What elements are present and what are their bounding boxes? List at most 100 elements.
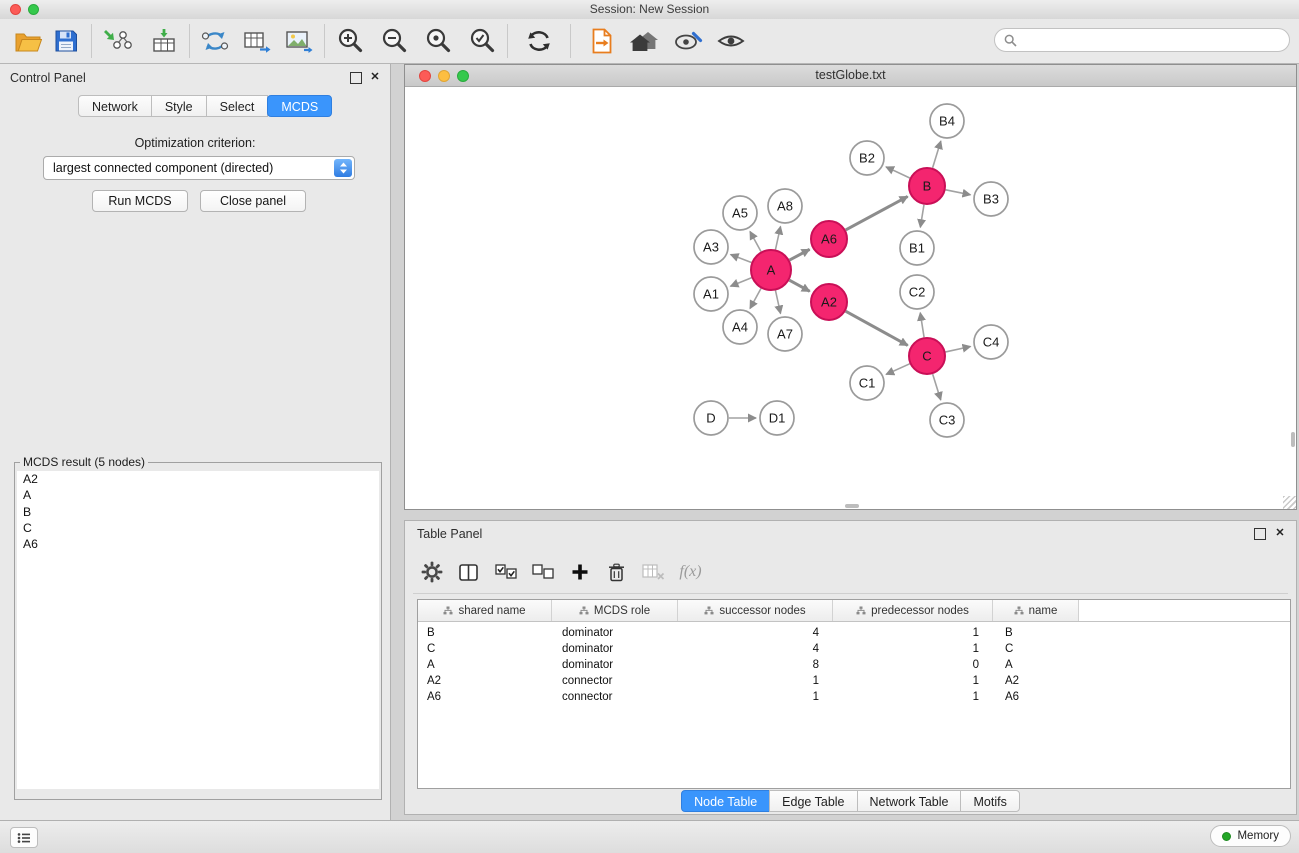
- graph-node-B4[interactable]: B4: [930, 104, 964, 138]
- graph-edge-A-A1[interactable]: [730, 278, 751, 286]
- save-session-button[interactable]: [47, 22, 85, 60]
- graph-node-A[interactable]: A: [751, 250, 791, 290]
- table-row[interactable]: A6 connector 1 1 A6: [418, 689, 1290, 705]
- graph-edge-B-B2[interactable]: [886, 167, 910, 178]
- graph-edge-A-A2[interactable]: [789, 280, 809, 291]
- graph-node-A7[interactable]: A7: [768, 317, 802, 351]
- network-window-titlebar[interactable]: testGlobe.txt: [405, 65, 1296, 87]
- network-canvas[interactable]: B4B2BB3A8A5A6B1A3AC2A1A2A4A7C4CC1C3DD1: [405, 87, 1296, 509]
- import-table-from-file-button[interactable]: [145, 22, 183, 60]
- graph-node-A1[interactable]: A1: [694, 277, 728, 311]
- tab-node-table[interactable]: Node Table: [681, 790, 770, 812]
- tab-network[interactable]: Network: [78, 95, 152, 117]
- graph-edge-A2-C[interactable]: [846, 311, 908, 345]
- mcds-result-item[interactable]: B: [17, 504, 379, 520]
- function-builder-button[interactable]: f(x): [672, 554, 709, 590]
- control-panel-close-button[interactable]: ✕: [369, 72, 381, 84]
- graph-edge-C-C1[interactable]: [886, 364, 910, 375]
- table-row[interactable]: A dominator 8 0 A: [418, 657, 1290, 673]
- tab-network-table[interactable]: Network Table: [857, 790, 962, 812]
- create-column-button[interactable]: [561, 554, 598, 590]
- mcds-result-item[interactable]: A6: [17, 536, 379, 552]
- column-header-shared-name[interactable]: shared name: [418, 600, 552, 621]
- table-row[interactable]: B dominator 4 1 B: [418, 625, 1290, 641]
- graph-node-D[interactable]: D: [694, 401, 728, 435]
- export-table-button[interactable]: [238, 22, 276, 60]
- network-minimize-light[interactable]: [438, 70, 450, 82]
- table-row[interactable]: C dominator 4 1 C: [418, 641, 1290, 657]
- select-all-rows-button[interactable]: [487, 554, 524, 590]
- graph-edge-A6-B[interactable]: [846, 196, 908, 229]
- close-window-light[interactable]: [10, 4, 21, 15]
- graph-edge-A-A3[interactable]: [731, 255, 752, 263]
- show-columns-button[interactable]: [450, 554, 487, 590]
- graph-node-B1[interactable]: B1: [900, 231, 934, 265]
- toggle-graphics-details-button[interactable]: [712, 22, 750, 60]
- tab-select[interactable]: Select: [206, 95, 269, 117]
- graph-edge-A-A6[interactable]: [790, 249, 810, 260]
- graph-edge-A-A5[interactable]: [750, 231, 761, 251]
- graph-node-B2[interactable]: B2: [850, 141, 884, 175]
- apply-layout-button[interactable]: [520, 22, 558, 60]
- vertical-scrollbar-thumb[interactable]: [1291, 432, 1295, 447]
- zoom-selected-button[interactable]: [463, 22, 501, 60]
- network-graph[interactable]: B4B2BB3A8A5A6B1A3AC2A1A2A4A7C4CC1C3DD1: [405, 87, 1296, 509]
- criterion-dropdown[interactable]: largest connected component (directed): [43, 156, 355, 180]
- table-panel-float-button[interactable]: [1254, 528, 1266, 540]
- close-panel-button[interactable]: Close panel: [200, 190, 306, 212]
- tab-style[interactable]: Style: [151, 95, 207, 117]
- graph-node-A8[interactable]: A8: [768, 189, 802, 223]
- graph-node-D1[interactable]: D1: [760, 401, 794, 435]
- graph-node-C[interactable]: C: [909, 338, 945, 374]
- mcds-result-item[interactable]: A2: [17, 471, 379, 487]
- export-image-button[interactable]: [280, 22, 318, 60]
- tab-edge-table[interactable]: Edge Table: [769, 790, 857, 812]
- graph-edge-A-A7[interactable]: [775, 291, 780, 314]
- zoom-out-button[interactable]: [375, 22, 413, 60]
- column-header-name[interactable]: name: [993, 600, 1079, 621]
- network-zoom-light[interactable]: [457, 70, 469, 82]
- graph-node-B[interactable]: B: [909, 168, 945, 204]
- run-mcds-button[interactable]: Run MCDS: [92, 190, 188, 212]
- graph-edge-B-B4[interactable]: [933, 141, 941, 168]
- memory-button[interactable]: Memory: [1210, 825, 1291, 847]
- table-row[interactable]: A2 connector 1 1 A2: [418, 673, 1290, 689]
- delete-column-button[interactable]: [598, 554, 635, 590]
- tab-motifs[interactable]: Motifs: [960, 790, 1019, 812]
- deselect-all-rows-button[interactable]: [524, 554, 561, 590]
- zoom-fit-button[interactable]: [419, 22, 457, 60]
- mcds-result-item[interactable]: C: [17, 520, 379, 536]
- open-starter-panel-button[interactable]: [583, 22, 621, 60]
- graph-node-A5[interactable]: A5: [723, 196, 757, 230]
- graph-node-C4[interactable]: C4: [974, 325, 1008, 359]
- column-header-predecessor-nodes[interactable]: predecessor nodes: [833, 600, 993, 621]
- graph-node-C3[interactable]: C3: [930, 403, 964, 437]
- graph-edge-B-B3[interactable]: [946, 190, 971, 195]
- graph-edge-C-C3[interactable]: [933, 374, 941, 400]
- control-panel-float-button[interactable]: [350, 72, 362, 84]
- column-header-mcds-role[interactable]: MCDS role: [552, 600, 678, 621]
- graph-edge-A-A4[interactable]: [750, 288, 761, 308]
- network-close-light[interactable]: [419, 70, 431, 82]
- graph-edge-C-C4[interactable]: [946, 346, 971, 351]
- zoom-in-button[interactable]: [331, 22, 369, 60]
- graph-node-A3[interactable]: A3: [694, 230, 728, 264]
- graph-node-A4[interactable]: A4: [723, 310, 757, 344]
- open-session-button[interactable]: [9, 22, 47, 60]
- column-header-successor-nodes[interactable]: successor nodes: [678, 600, 833, 621]
- graph-node-A2[interactable]: A2: [811, 284, 847, 320]
- graph-node-B3[interactable]: B3: [974, 182, 1008, 216]
- horizontal-scrollbar-thumb[interactable]: [845, 504, 859, 508]
- resize-grip[interactable]: [1283, 496, 1296, 509]
- show-panels-button[interactable]: [10, 827, 38, 848]
- table-panel-close-button[interactable]: ✕: [1274, 528, 1286, 540]
- zoom-window-light[interactable]: [28, 4, 39, 15]
- graph-node-C1[interactable]: C1: [850, 366, 884, 400]
- delete-table-button[interactable]: [635, 554, 672, 590]
- search-input[interactable]: [1023, 32, 1280, 48]
- graph-node-A6[interactable]: A6: [811, 221, 847, 257]
- graph-edge-A-A8[interactable]: [775, 227, 780, 250]
- import-network-from-file-button[interactable]: [98, 22, 136, 60]
- clone-network-button[interactable]: [196, 22, 234, 60]
- mcds-result-item[interactable]: A: [17, 487, 379, 503]
